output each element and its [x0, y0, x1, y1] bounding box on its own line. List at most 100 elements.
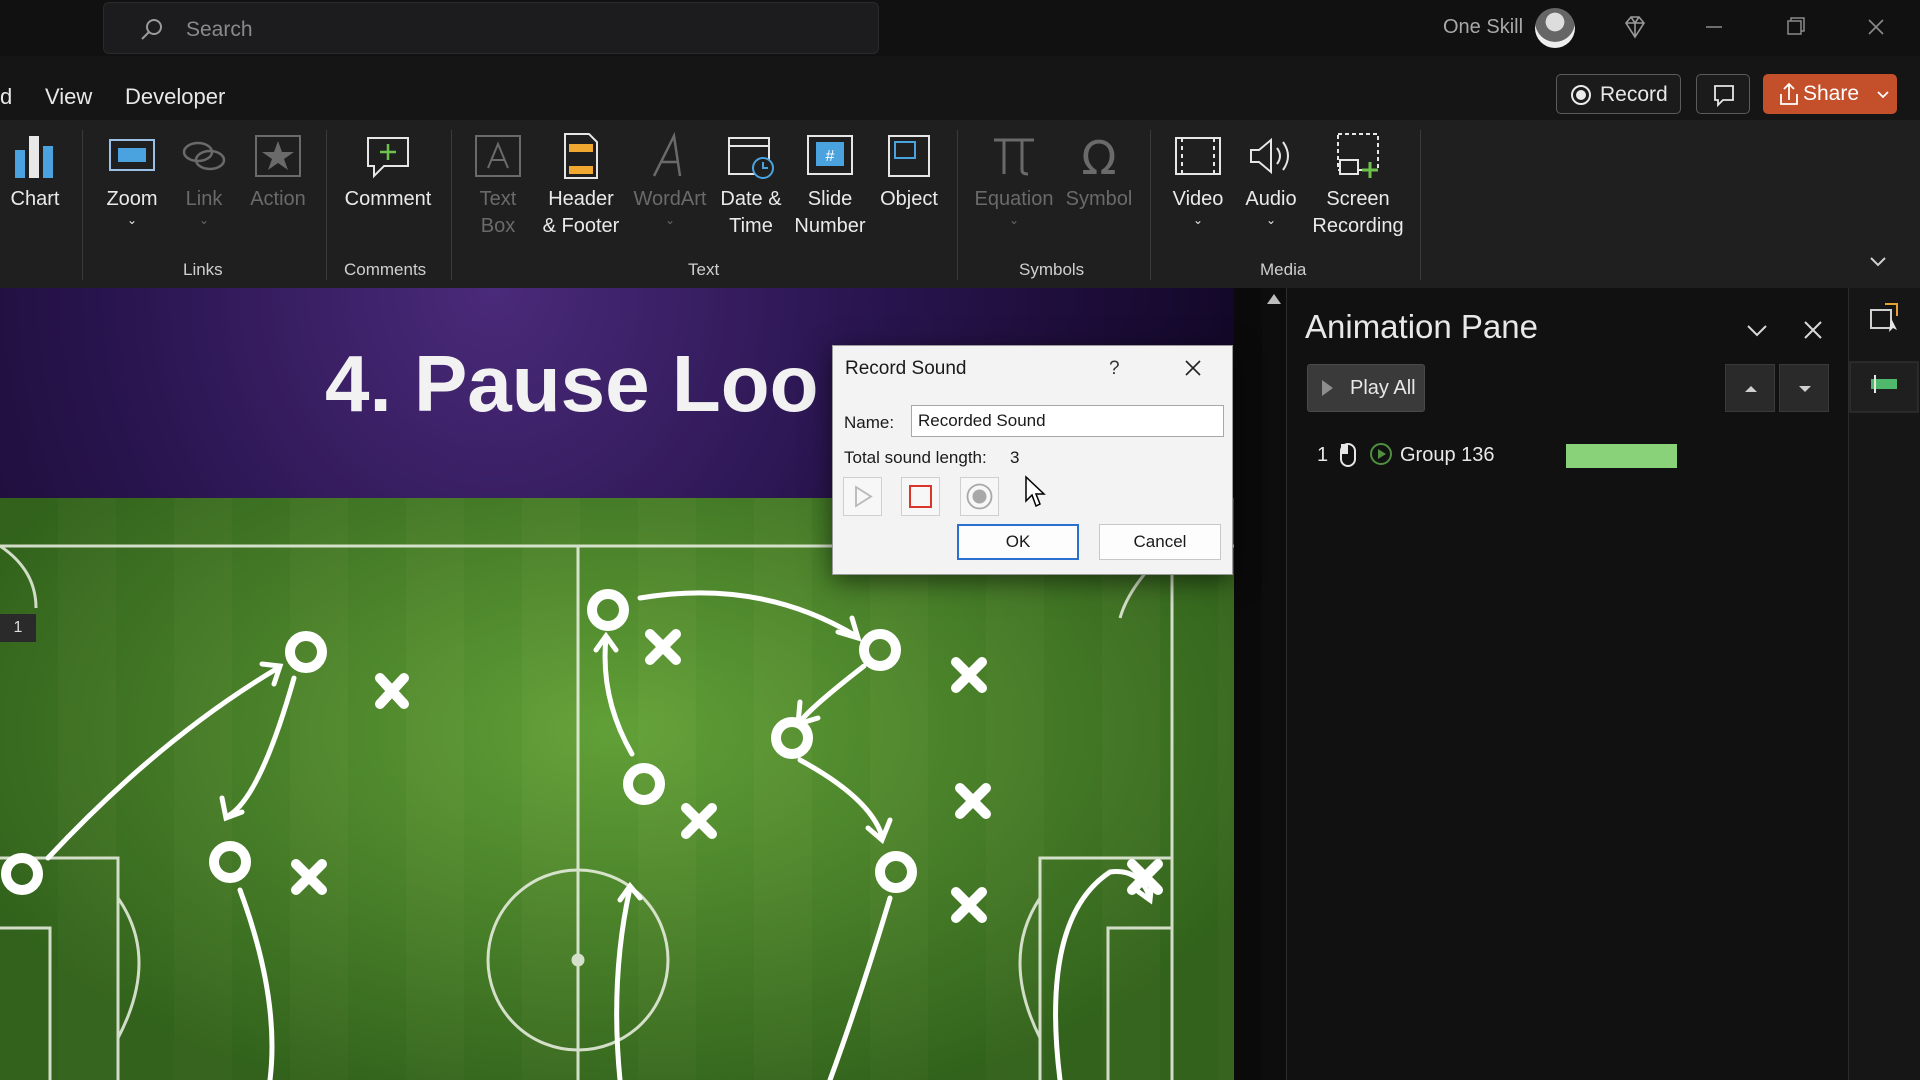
group-label-symbols: Symbols	[1019, 260, 1085, 279]
audio-button[interactable]: Audio ⌄	[1242, 130, 1300, 227]
help-button[interactable]: ?	[1109, 358, 1120, 380]
move-down-button[interactable]	[1779, 364, 1829, 412]
play-icon	[1322, 380, 1333, 396]
ribbon-separator	[1420, 130, 1421, 280]
header-footer-button[interactable]: Header & Footer	[540, 130, 622, 240]
soccer-field-image	[0, 498, 1234, 1080]
equation-icon	[994, 138, 1034, 176]
object-button[interactable]: Object	[876, 130, 942, 213]
mouse-pointer-icon	[1025, 475, 1046, 508]
scroll-up-icon[interactable]	[1267, 294, 1281, 304]
equation-button[interactable]: Equation ⌄	[972, 130, 1056, 227]
chart-icon	[15, 136, 53, 178]
restore-icon[interactable]	[1778, 12, 1812, 42]
avatar[interactable]	[1535, 8, 1575, 48]
ribbon-separator	[1150, 130, 1151, 280]
screen-recording-icon	[1337, 133, 1379, 178]
share-button[interactable]: Share	[1763, 74, 1897, 114]
record-button[interactable]: Record	[1556, 74, 1681, 114]
cancel-button[interactable]: Cancel	[1099, 524, 1221, 560]
wordart-label: WordArt	[633, 188, 707, 210]
vertical-scrollbar[interactable]	[1262, 288, 1286, 1080]
play-all-button[interactable]: Play All	[1307, 364, 1425, 412]
date-time-icon	[728, 137, 774, 179]
video-button[interactable]: Video ⌄	[1170, 130, 1226, 227]
user-name[interactable]: One Skill	[1443, 16, 1523, 39]
object-label: Object	[880, 188, 938, 210]
group-label-comments: Comments	[344, 260, 427, 279]
wordart-icon	[652, 131, 682, 177]
chevron-down-icon: ⌄	[1008, 213, 1020, 227]
close-window-icon[interactable]	[1859, 12, 1893, 42]
chevron-down-icon: ⌄	[198, 213, 210, 227]
comment-label: Comment	[344, 188, 432, 210]
close-pane-icon[interactable]	[1799, 316, 1827, 344]
slide-title[interactable]: 4. Pause Loo	[325, 338, 818, 430]
link-button[interactable]: Link ⌄	[178, 130, 230, 227]
entrance-effect-icon	[1370, 443, 1392, 465]
animation-timing-bar[interactable]	[1566, 444, 1677, 468]
screen-recording-button[interactable]: Screen Recording	[1310, 130, 1406, 240]
text-box-label-line1: Text	[479, 188, 517, 210]
ok-button[interactable]: OK	[957, 524, 1079, 560]
minimize-icon[interactable]	[1697, 12, 1731, 42]
search-placeholder: Search	[186, 18, 253, 41]
search-box[interactable]: Search	[103, 2, 879, 54]
chevron-down-icon: ⌄	[1192, 213, 1204, 227]
group-label-links: Links	[183, 260, 223, 279]
chevron-down-icon: ⌄	[126, 213, 138, 227]
record-button-label: Record	[1600, 83, 1668, 106]
stop-icon	[909, 485, 932, 508]
text-box-button[interactable]: Text Box	[470, 130, 526, 240]
triangle-down-icon	[1799, 386, 1811, 392]
comment-button[interactable]: Comment	[340, 130, 436, 213]
comments-button[interactable]	[1696, 74, 1750, 114]
new-comment-icon	[367, 137, 409, 179]
selection-pane-icon[interactable]	[1849, 361, 1919, 413]
pane-options-icon[interactable]	[1743, 316, 1771, 344]
menu-item-view[interactable]: View	[45, 84, 92, 110]
play-icon	[855, 485, 873, 508]
header-footer-icon	[564, 133, 598, 179]
ribbon-separator	[957, 130, 958, 280]
animation-tag[interactable]: 1	[0, 614, 36, 642]
ribbon-expand-icon[interactable]	[1868, 254, 1888, 270]
zoom-button[interactable]: Zoom ⌄	[102, 130, 162, 227]
animation-list-item[interactable]: 1 Group 136	[1317, 436, 1717, 472]
close-icon[interactable]	[1183, 358, 1203, 378]
object-icon	[888, 135, 930, 177]
chart-button[interactable]: Chart	[10, 130, 60, 213]
header-footer-label-line2: & Footer	[542, 215, 620, 237]
video-icon	[1175, 137, 1221, 175]
wordart-button[interactable]: WordArt ⌄	[630, 130, 710, 227]
play-button[interactable]	[843, 477, 882, 516]
action-button[interactable]: Action	[248, 130, 308, 213]
ribbon-separator	[326, 130, 327, 280]
animation-pane-toggle-icon[interactable]	[1849, 296, 1919, 348]
record-sound-button[interactable]	[960, 477, 999, 516]
search-icon	[141, 19, 162, 40]
slide-number-button[interactable]: # Slide Number	[792, 130, 868, 240]
chevron-down-icon[interactable]	[1873, 74, 1893, 114]
zoom-label: Zoom	[106, 188, 158, 210]
symbol-label: Symbol	[1065, 188, 1133, 210]
sound-length-value: 3	[1010, 448, 1020, 467]
date-time-button[interactable]: Date & Time	[718, 130, 784, 240]
menu-item-developer[interactable]: Developer	[125, 84, 225, 110]
animation-order-number: 1	[1317, 444, 1329, 466]
audio-label: Audio	[1245, 188, 1297, 210]
sound-length-label: Total sound length:	[844, 448, 987, 467]
date-time-label-line1: Date &	[720, 188, 782, 210]
text-box-icon	[475, 135, 521, 177]
comment-icon	[1714, 85, 1734, 108]
share-button-label: Share	[1803, 82, 1860, 105]
symbol-button[interactable]: Ω Symbol	[1062, 130, 1136, 213]
chart-label: Chart	[10, 188, 60, 210]
diamond-icon[interactable]	[1622, 14, 1648, 40]
menu-item-record-tab[interactable]: d	[0, 84, 12, 110]
sound-name-input[interactable]	[911, 405, 1224, 437]
group-label-text: Text	[688, 260, 720, 279]
move-up-button[interactable]	[1725, 364, 1775, 412]
video-label: Video	[1172, 188, 1224, 210]
stop-button[interactable]	[901, 477, 940, 516]
